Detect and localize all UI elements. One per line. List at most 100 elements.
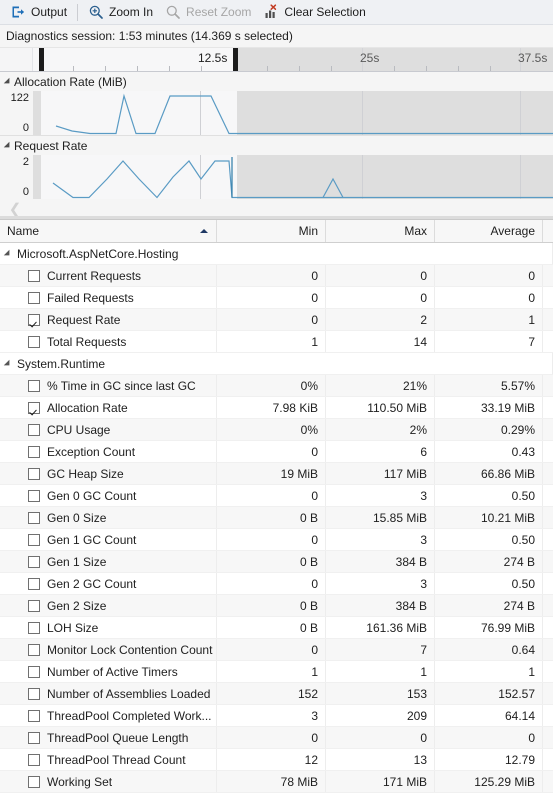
counter-checkbox[interactable]	[28, 379, 40, 392]
counter-checkbox[interactable]	[28, 489, 40, 502]
counter-checkbox[interactable]	[28, 555, 40, 568]
chart-request-rate: Request Rate 2 0	[0, 136, 553, 199]
table-row[interactable]: GC Heap Size 19 MiB 117 MiB 66.86 MiB	[0, 463, 553, 485]
table-row[interactable]: Number of Assemblies Loaded 152 153 152.57	[0, 683, 553, 705]
min-value-cell: 0 B	[217, 595, 326, 616]
collapse-triangle-icon[interactable]	[3, 141, 13, 150]
table-row[interactable]: Failed Requests 0 0 0	[0, 287, 553, 309]
counter-checkbox[interactable]	[28, 335, 40, 348]
table-row[interactable]: ThreadPool Queue Length 0 0 0	[0, 727, 553, 749]
min-value-cell: 0 B	[217, 551, 326, 572]
reset-zoom-button-label: Reset Zoom	[186, 5, 252, 19]
counter-checkbox[interactable]	[28, 511, 40, 524]
group-collapse-triangle-icon[interactable]	[3, 249, 13, 258]
average-value-cell: 7	[435, 331, 543, 352]
ruler-track[interactable]: 12.5s 25s 37.5s	[33, 48, 553, 71]
table-row[interactable]: Working Set 78 MiB 171 MiB 125.29 MiB	[0, 771, 553, 793]
counter-name-label: Allocation Rate	[47, 400, 128, 415]
counter-checkbox[interactable]	[28, 313, 40, 326]
counter-checkbox[interactable]	[28, 533, 40, 546]
counter-checkbox[interactable]	[28, 269, 40, 282]
table-row[interactable]: ThreadPool Thread Count 12 13 12.79	[0, 749, 553, 771]
counter-checkbox[interactable]	[28, 709, 40, 722]
counters-grid: Name Min Max Average Microsoft.AspNetCor…	[0, 219, 553, 798]
counter-checkbox[interactable]	[28, 467, 40, 480]
counter-checkbox[interactable]	[28, 665, 40, 678]
max-value-cell: 0	[326, 265, 435, 286]
average-value-cell: 1	[435, 661, 543, 682]
max-value-cell: 2%	[326, 419, 435, 440]
table-row[interactable]: Monitor Lock Contention Count 0 7 0.64	[0, 639, 553, 661]
min-value-cell: 0	[217, 727, 326, 748]
selection-end-handle[interactable]	[233, 48, 238, 71]
chart-allocation-rate-header[interactable]: Allocation Rate (MiB)	[0, 72, 553, 91]
group-collapse-triangle-icon[interactable]	[3, 359, 13, 368]
table-row[interactable]: CPU Usage 0% 2% 0.29%	[0, 419, 553, 441]
y-max-label: 122	[10, 92, 29, 104]
table-row[interactable]: Total Requests 1 14 7	[0, 331, 553, 353]
counter-name-cell: Gen 0 Size	[0, 507, 217, 528]
table-row[interactable]: Gen 2 GC Count 0 3 0.50	[0, 573, 553, 595]
max-value-cell: 117 MiB	[326, 463, 435, 484]
group-row[interactable]: System.Runtime	[0, 353, 553, 375]
counter-checkbox[interactable]	[28, 291, 40, 304]
table-row[interactable]: ThreadPool Completed Work... 3 209 64.14	[0, 705, 553, 727]
counter-checkbox[interactable]	[28, 643, 40, 656]
counter-checkbox[interactable]	[28, 731, 40, 744]
table-row[interactable]: Exception Count 0 6 0.43	[0, 441, 553, 463]
chart-request-rate-body: 2 0	[0, 155, 553, 199]
average-value-cell: 0.29%	[435, 419, 543, 440]
ruler-tick	[73, 66, 74, 71]
counter-checkbox[interactable]	[28, 599, 40, 612]
column-header-min-label: Min	[298, 224, 318, 238]
counters-grid-body[interactable]: Microsoft.AspNetCore.Hosting Current Requ…	[0, 243, 553, 798]
column-header-max[interactable]: Max	[326, 220, 435, 242]
counter-checkbox[interactable]	[28, 621, 40, 634]
chart-request-rate-plot[interactable]	[33, 155, 553, 199]
selection-start-handle[interactable]	[39, 48, 44, 71]
counter-checkbox[interactable]	[28, 423, 40, 436]
table-row[interactable]: Current Requests 0 0 0	[0, 265, 553, 287]
table-row[interactable]: Number of Active Timers 1 1 1	[0, 661, 553, 683]
chart-allocation-rate-plot[interactable]	[33, 91, 553, 135]
clear-selection-button-label: Clear Selection	[284, 5, 366, 19]
chart-request-rate-header[interactable]: Request Rate	[0, 136, 553, 155]
average-value-cell: 0.50	[435, 529, 543, 550]
counter-name-cell: Gen 1 GC Count	[0, 529, 217, 550]
table-row[interactable]: Gen 2 Size 0 B 384 B 274 B	[0, 595, 553, 617]
counter-checkbox[interactable]	[28, 445, 40, 458]
output-button[interactable]: Output	[4, 2, 73, 23]
zoom-in-button[interactable]: Zoom In	[82, 2, 159, 23]
column-header-average[interactable]: Average	[435, 220, 543, 242]
clear-selection-button[interactable]: Clear Selection	[257, 2, 371, 23]
counter-checkbox[interactable]	[28, 775, 40, 788]
counter-checkbox[interactable]	[28, 401, 40, 414]
collapse-triangle-icon[interactable]	[3, 77, 13, 86]
table-row[interactable]: Gen 1 GC Count 0 3 0.50	[0, 529, 553, 551]
column-header-name[interactable]: Name	[0, 220, 217, 242]
table-row[interactable]: Gen 0 Size 0 B 15.85 MiB 10.21 MiB	[0, 507, 553, 529]
counter-checkbox[interactable]	[28, 687, 40, 700]
max-value-cell: 7	[326, 639, 435, 660]
counter-name-label: ThreadPool Thread Count	[47, 752, 186, 767]
max-value-cell: 110.50 MiB	[326, 397, 435, 418]
table-row[interactable]: Request Rate 0 2 1	[0, 309, 553, 331]
timeline-ruler[interactable]: 12.5s 25s 37.5s	[0, 48, 553, 72]
min-value-cell: 0%	[217, 419, 326, 440]
group-row[interactable]: Microsoft.AspNetCore.Hosting	[0, 243, 553, 265]
min-value-cell: 0	[217, 287, 326, 308]
column-header-min[interactable]: Min	[217, 220, 326, 242]
table-row[interactable]: Gen 0 GC Count 0 3 0.50	[0, 485, 553, 507]
table-row[interactable]: Allocation Rate 7.98 KiB 110.50 MiB 33.19 M…	[0, 397, 553, 419]
average-value-cell: 33.19 MiB	[435, 397, 543, 418]
chart-horizontal-scrollbar[interactable]	[0, 216, 553, 219]
table-row[interactable]: LOH Size 0 B 161.36 MiB 76.99 MiB	[0, 617, 553, 639]
table-row[interactable]: % Time in GC since last GC 0% 21% 5.57%	[0, 375, 553, 397]
reset-zoom-button[interactable]: Reset Zoom	[159, 2, 257, 23]
counter-name-label: Request Rate	[47, 312, 121, 327]
min-value-cell: 0	[217, 309, 326, 330]
counter-checkbox[interactable]	[28, 753, 40, 766]
counter-checkbox[interactable]	[28, 577, 40, 590]
column-header-max-label: Max	[404, 224, 427, 238]
table-row[interactable]: Gen 1 Size 0 B 384 B 274 B	[0, 551, 553, 573]
